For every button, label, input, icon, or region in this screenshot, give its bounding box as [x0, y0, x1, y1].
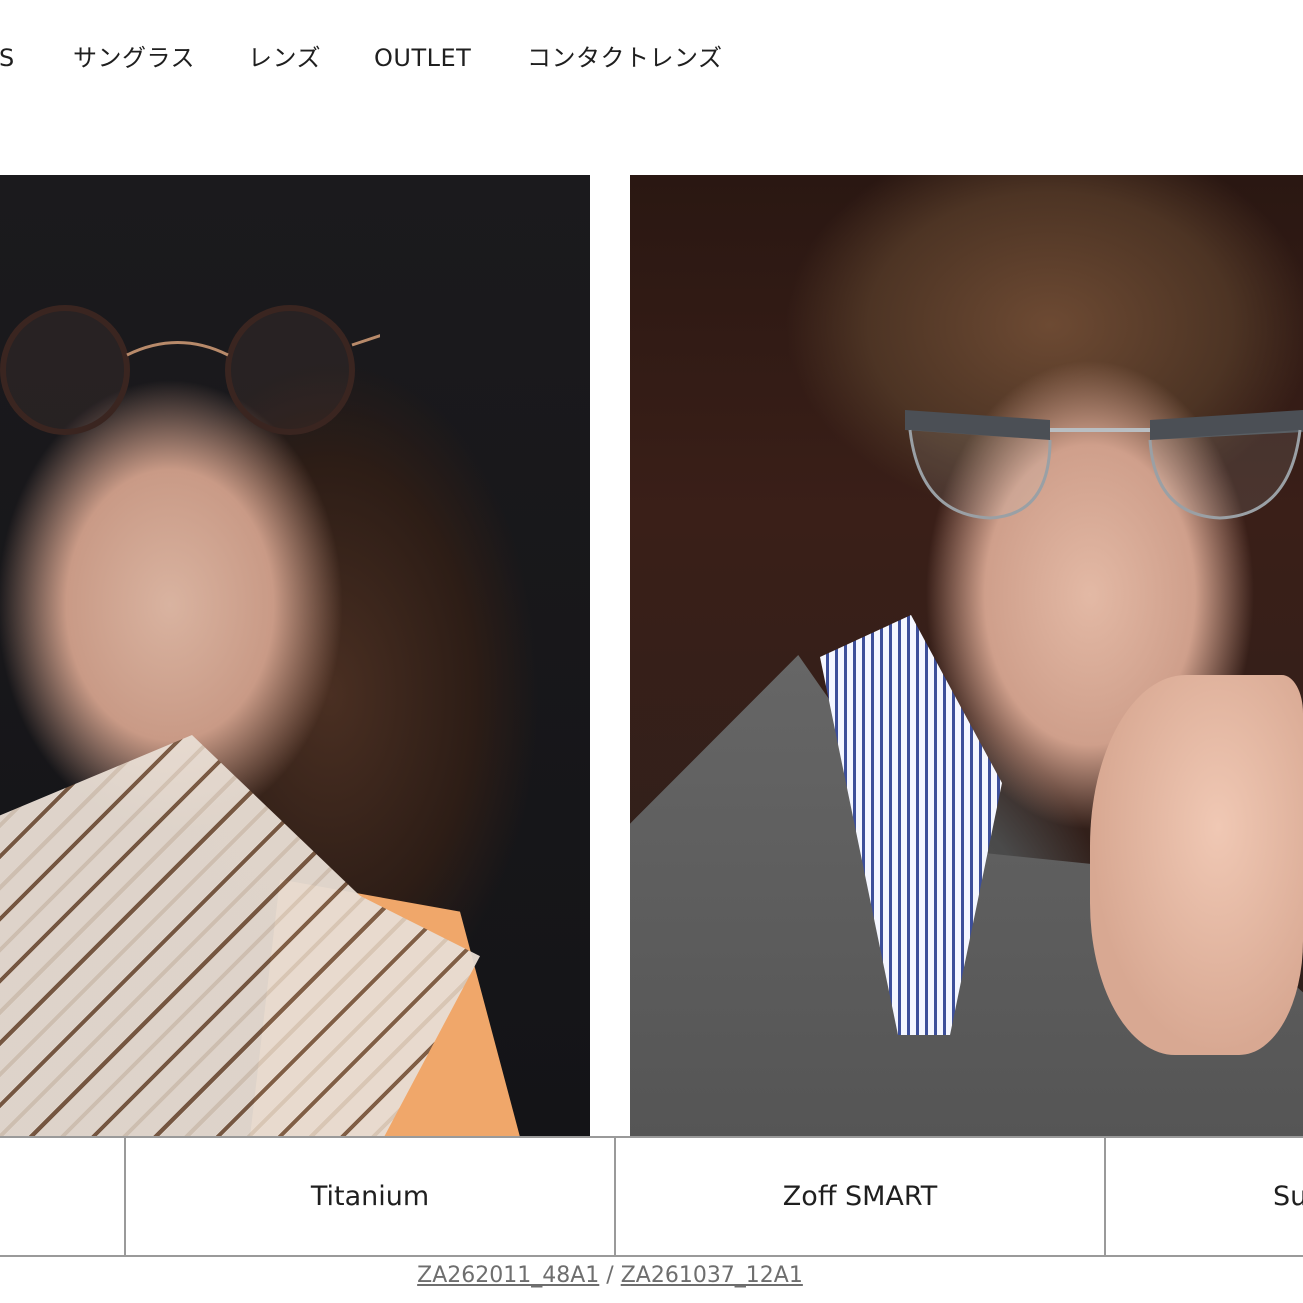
tab-previous-category[interactable]	[0, 1138, 126, 1255]
hero-photo-woman[interactable]	[0, 175, 590, 1137]
page: DS サングラス レンズ OUTLET コンタクトレンズ Titanium	[0, 0, 1303, 1303]
product-link-za261037[interactable]: ZA261037_12A1	[621, 1263, 803, 1288]
tab-next-category[interactable]: Su	[1104, 1138, 1303, 1255]
tab-titanium[interactable]: Titanium	[124, 1138, 614, 1255]
photo-clasped-hands	[1090, 675, 1303, 1055]
tab-label: Titanium	[310, 1181, 430, 1212]
hero-photo-man[interactable]	[630, 175, 1303, 1137]
product-code-caption: ZA262011_48A1 / ZA261037_12A1	[0, 1262, 1220, 1290]
tab-label: Su	[1273, 1181, 1303, 1212]
caption-separator: /	[599, 1263, 621, 1288]
tab-label: Zoff SMART	[782, 1181, 938, 1212]
global-nav: DS サングラス レンズ OUTLET コンタクトレンズ	[0, 38, 1303, 78]
photo-browline-glasses	[905, 410, 1303, 520]
photo-round-glasses	[0, 305, 380, 435]
nav-item-contact-lenses[interactable]: コンタクトレンズ	[527, 38, 723, 78]
product-link-za262011[interactable]: ZA262011_48A1	[417, 1263, 599, 1288]
nav-item-sunglasses[interactable]: サングラス	[73, 38, 195, 78]
tab-zoff-smart[interactable]: Zoff SMART	[614, 1138, 1104, 1255]
nav-item-outlet[interactable]: OUTLET	[374, 38, 471, 78]
photo-scarf	[0, 735, 480, 1137]
nav-item-lenses[interactable]: レンズ	[248, 38, 321, 78]
nav-item-kids[interactable]: DS	[0, 38, 15, 78]
category-tab-bar: Titanium Zoff SMART Su	[0, 1136, 1303, 1257]
